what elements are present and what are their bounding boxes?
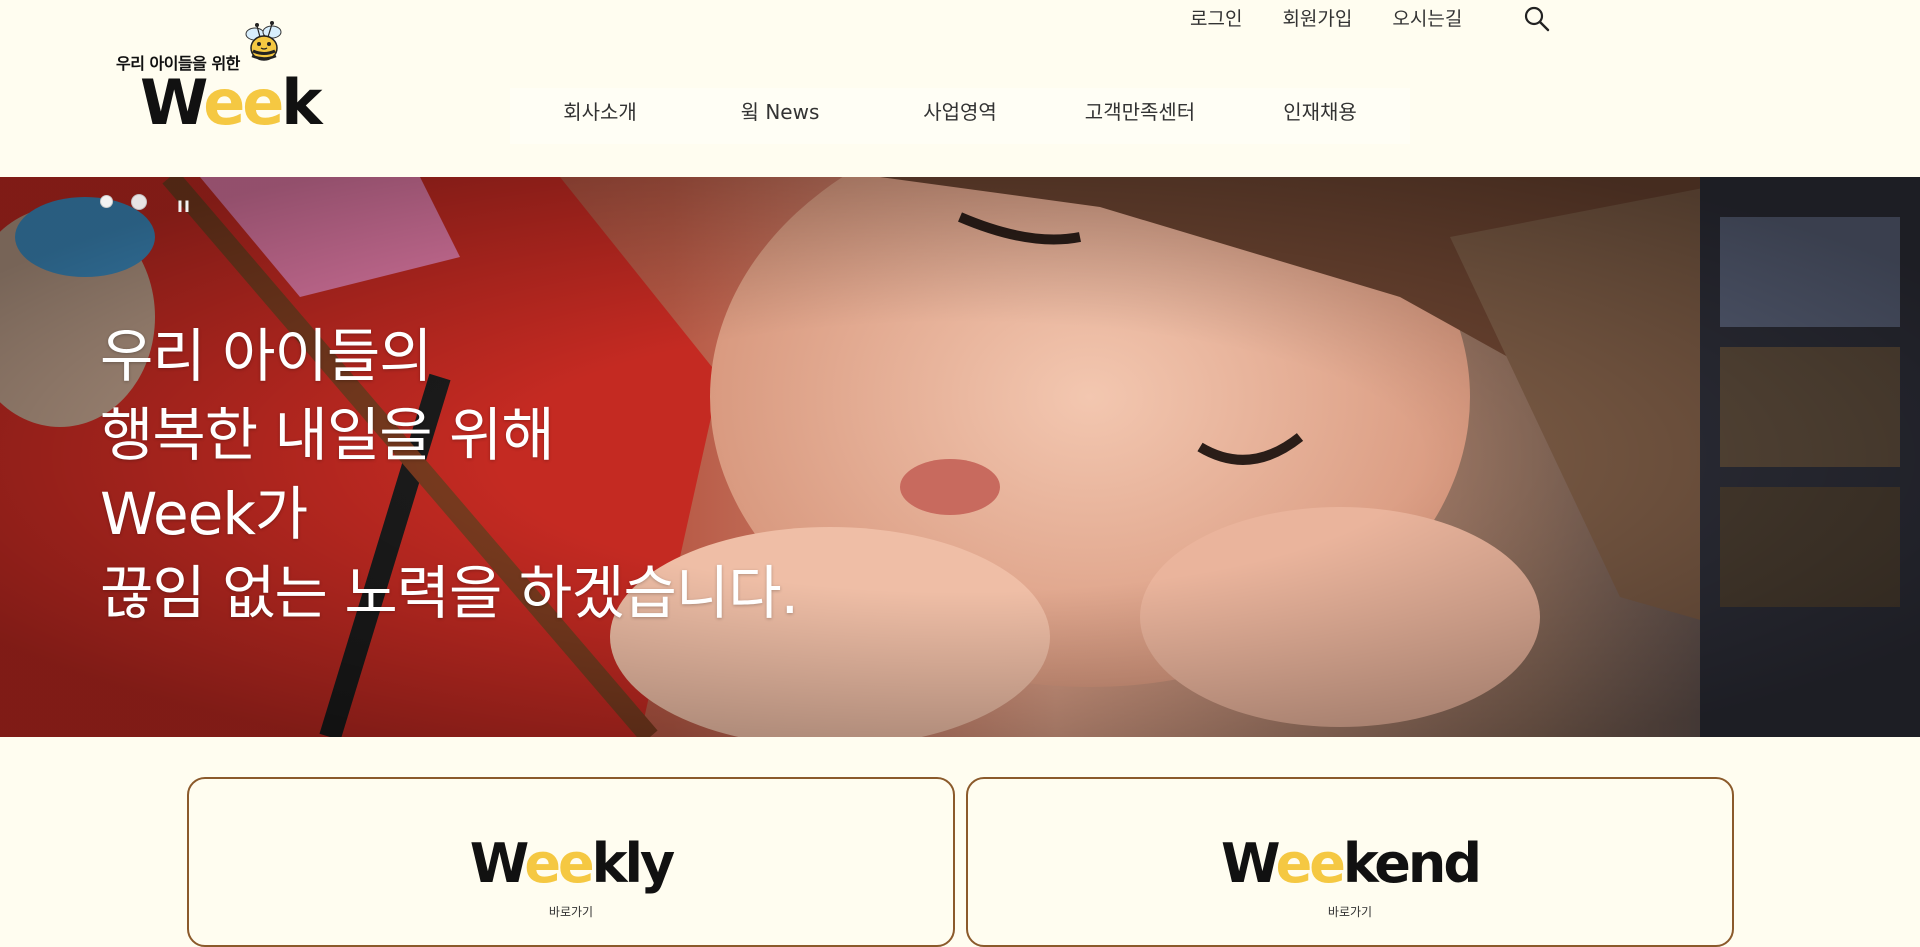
search-icon[interactable] <box>1524 6 1550 32</box>
slider-dot-1[interactable] <box>100 195 113 208</box>
hero-line-2: 행복한 내일을 위해 <box>100 401 555 469</box>
main-nav: 회사소개 윜 News 사업영역 고객만족센터 인재채용 <box>510 88 1410 144</box>
quick-links: Weekly 바로가기 Weekend 바로가기 <box>0 737 1920 947</box>
hero-line-1: 우리 아이들의 <box>100 322 433 390</box>
weekly-word-suffix: kly <box>591 832 676 895</box>
hero-headline: 우리 아이들의 행복한 내일을 위해 Week가 끊임 없는 노력을 하겠습니다… <box>100 317 799 633</box>
slider-dot-2[interactable] <box>131 193 147 210</box>
weekend-logo: Weekend <box>968 837 1732 891</box>
weekend-shortcut-link[interactable]: 바로가기 <box>968 903 1732 920</box>
logo-word-prefix: W <box>140 66 206 139</box>
login-link[interactable]: 로그인 <box>1190 4 1242 31</box>
nav-item-company[interactable]: 회사소개 <box>510 88 690 144</box>
weekly-word-prefix: W <box>469 832 528 895</box>
nav-item-customer-center[interactable]: 고객만족센터 <box>1050 88 1230 144</box>
weekend-word-suffix: kend <box>1342 832 1482 895</box>
nav-item-recruit[interactable]: 인재채용 <box>1230 88 1410 144</box>
weekend-word-highlight: ee <box>1275 832 1346 895</box>
nav-item-business[interactable]: 사업영역 <box>870 88 1050 144</box>
site-header: 우리 아이들을 위한 Week 로그인 회원가입 오시는길 회사소개 윜 New… <box>0 0 1920 177</box>
weekly-card[interactable]: Weekly 바로가기 <box>187 777 955 947</box>
weekly-logo: Weekly <box>189 837 953 891</box>
logo-word-suffix: k <box>281 66 322 139</box>
hero-line-3: Week가 <box>100 480 308 548</box>
weekly-word-highlight: ee <box>524 832 594 895</box>
utility-nav: 로그인 회원가입 오시는길 <box>1190 4 1502 31</box>
bee-icon <box>245 21 282 61</box>
logo-wordmark: Week <box>140 72 323 134</box>
weekend-card[interactable]: Weekend 바로가기 <box>966 777 1734 947</box>
weekly-shortcut-link[interactable]: 바로가기 <box>189 903 953 920</box>
hero-slider: II 우리 아이들의 행복한 내일을 위해 Week가 끊임 없는 노력을 하겠… <box>0 177 1920 737</box>
directions-link[interactable]: 오시는길 <box>1392 4 1462 31</box>
pause-button[interactable]: II <box>177 197 191 216</box>
weekend-word-prefix: W <box>1220 832 1279 895</box>
site-logo[interactable]: 우리 아이들을 위한 Week <box>112 18 323 143</box>
slider-pager: II <box>100 187 191 216</box>
logo-word-highlight: ee <box>203 66 284 139</box>
signup-link[interactable]: 회원가입 <box>1282 4 1352 31</box>
nav-item-news[interactable]: 윜 News <box>690 88 870 144</box>
hero-line-4: 끊임 없는 노력을 하겠습니다. <box>100 559 799 627</box>
